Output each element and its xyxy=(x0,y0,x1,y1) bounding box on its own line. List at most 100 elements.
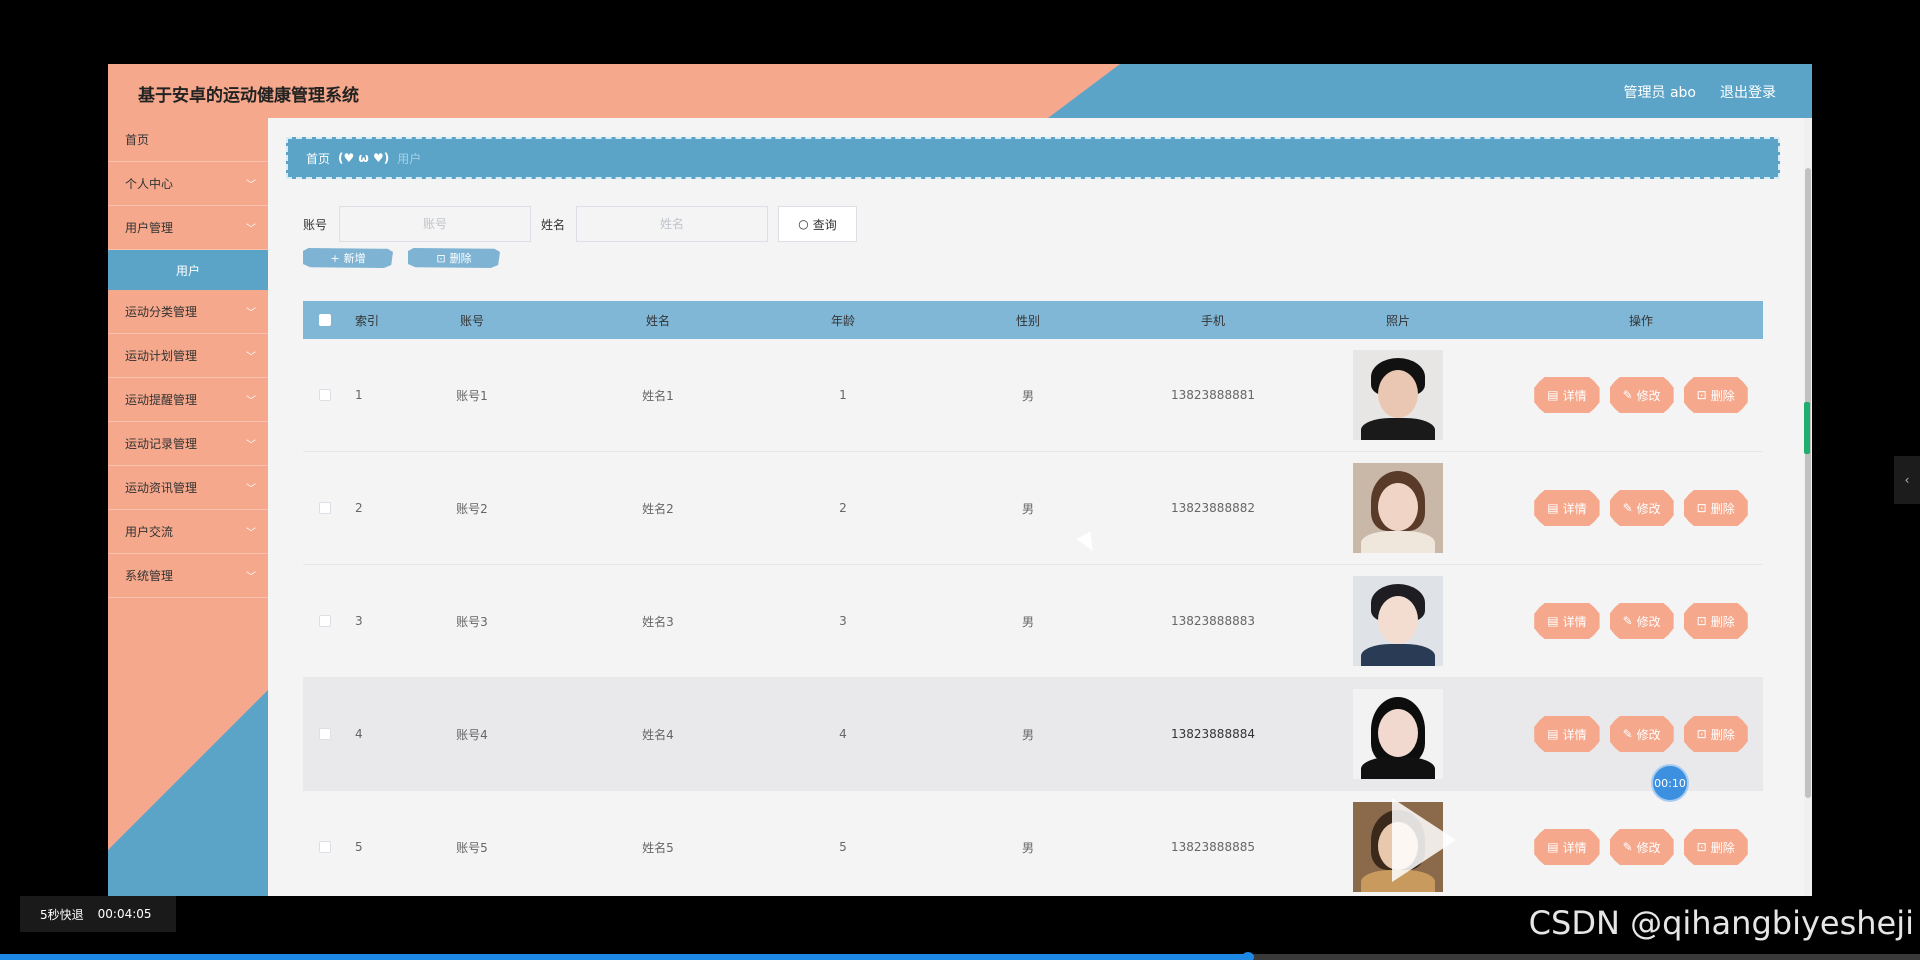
sidebar-item-exercise-record[interactable]: 运动记录管理 ﹀ xyxy=(108,422,268,466)
progress-knob[interactable] xyxy=(1242,952,1254,960)
batch-delete-label: 删除 xyxy=(449,252,472,265)
search-button[interactable]: ○ 查询 xyxy=(778,206,857,242)
video-progress-bar[interactable] xyxy=(0,952,1920,960)
row-checkbox[interactable] xyxy=(319,615,331,627)
batch-delete-button[interactable]: ⊡ 删除 xyxy=(408,248,500,268)
user-photo[interactable] xyxy=(1353,689,1443,779)
delete-button[interactable]: ⊡ 删除 xyxy=(1683,603,1748,639)
trash-icon: ⊡ xyxy=(1696,501,1707,515)
search-button-label: 查询 xyxy=(812,217,837,232)
detail-label: 详情 xyxy=(1562,501,1587,516)
user-photo[interactable] xyxy=(1353,463,1443,553)
name-label: 姓名 xyxy=(541,218,566,232)
search-icon: ○ xyxy=(798,217,809,231)
row-checkbox[interactable] xyxy=(319,841,331,853)
row-age: 1 xyxy=(839,388,847,402)
play-icon[interactable] xyxy=(1392,798,1456,882)
user-photo[interactable] xyxy=(1353,350,1443,440)
delete-button[interactable]: ⊡ 删除 xyxy=(1683,490,1748,526)
user-photo[interactable] xyxy=(1353,576,1443,666)
sidebar-item-label: 运动资讯管理 xyxy=(125,481,198,495)
row-checkbox[interactable] xyxy=(319,728,331,740)
timer-badge: 00:10 xyxy=(1651,764,1689,802)
chevron-left-icon[interactable]: ‹ xyxy=(1894,456,1920,504)
plus-icon: + xyxy=(330,251,340,265)
name-search-input[interactable] xyxy=(576,206,768,242)
edit-button[interactable]: ✎ 修改 xyxy=(1609,603,1674,639)
sidebar-item-label: 用户交流 xyxy=(125,525,174,539)
sidebar-item-exercise-plan[interactable]: 运动计划管理 ﹀ xyxy=(108,334,268,378)
detail-button[interactable]: ▤ 详情 xyxy=(1534,829,1600,865)
row-account: 账号5 xyxy=(456,840,488,855)
rewind-5s-button[interactable]: 5秒快退 xyxy=(40,906,84,923)
admin-app-window: 基于安卓的运动健康管理系统 管理员 abo 退出登录 首页 个人中心 ﹀ 用户管理… xyxy=(108,64,1812,896)
logout-link[interactable]: 退出登录 xyxy=(1720,82,1776,102)
sidebar-item-personal-center[interactable]: 个人中心 ﹀ xyxy=(108,162,268,206)
row-name: 姓名4 xyxy=(642,727,674,742)
delete-button[interactable]: ⊡ 删除 xyxy=(1683,829,1748,865)
chevron-down-icon: ﹀ xyxy=(246,396,256,407)
sidebar-item-exercise-reminder[interactable]: 运动提醒管理 ﹀ xyxy=(108,378,268,422)
edit-label: 修改 xyxy=(1636,840,1661,855)
detail-button[interactable]: ▤ 详情 xyxy=(1534,603,1600,639)
detail-label: 详情 xyxy=(1562,614,1587,629)
document-icon: ▤ xyxy=(1547,501,1559,515)
row-gender: 男 xyxy=(1021,840,1034,855)
sidebar-item-label: 运动提醒管理 xyxy=(125,393,198,407)
col-actions-header: 操作 xyxy=(1628,313,1653,328)
scrollbar-thumb[interactable] xyxy=(1805,168,1811,798)
edit-button[interactable]: ✎ 修改 xyxy=(1609,490,1674,526)
detail-button[interactable]: ▤ 详情 xyxy=(1534,490,1600,526)
table-row: 1 账号1 姓名1 1 男 13823888881 ▤ 详情 ✎ 修改 ⊡ 删除 xyxy=(303,339,1763,452)
delete-label: 删除 xyxy=(1710,388,1735,403)
vertical-scrollbar[interactable] xyxy=(1804,118,1812,896)
edit-button[interactable]: ✎ 修改 xyxy=(1609,829,1674,865)
detail-button[interactable]: ▤ 详情 xyxy=(1534,716,1600,752)
select-all-checkbox[interactable] xyxy=(319,314,331,326)
edit-button[interactable]: ✎ 修改 xyxy=(1609,716,1674,752)
document-icon: ▤ xyxy=(1547,388,1559,402)
chevron-down-icon: ﹀ xyxy=(246,528,256,539)
add-button[interactable]: + 新增 xyxy=(303,248,393,268)
row-account: 账号4 xyxy=(456,727,488,742)
breadcrumb-home[interactable]: 首页 xyxy=(306,150,330,167)
breadcrumb: 首页 (♥ ω ♥) 用户 xyxy=(286,137,1780,179)
document-icon: ▤ xyxy=(1547,840,1559,854)
row-age: 2 xyxy=(839,501,847,515)
row-gender: 男 xyxy=(1021,727,1034,742)
sidebar-item-user-exchange[interactable]: 用户交流 ﹀ xyxy=(108,510,268,554)
sidebar-item-system[interactable]: 系统管理 ﹀ xyxy=(108,554,268,598)
row-checkbox[interactable] xyxy=(319,389,331,401)
delete-button[interactable]: ⊡ 删除 xyxy=(1683,716,1748,752)
col-photo-header: 照片 xyxy=(1385,313,1410,328)
top-header: 基于安卓的运动健康管理系统 管理员 abo 退出登录 xyxy=(108,64,1812,118)
chevron-down-icon: ﹀ xyxy=(246,180,256,191)
sidebar-item-label: 用户管理 xyxy=(125,221,174,235)
breadcrumb-current: 用户 xyxy=(397,151,422,166)
sidebar-item-label: 首页 xyxy=(125,133,150,147)
pencil-icon: ✎ xyxy=(1622,614,1633,628)
trash-icon: ⊡ xyxy=(1696,840,1707,854)
sidebar-item-exercise-news[interactable]: 运动资讯管理 ﹀ xyxy=(108,466,268,510)
detail-button[interactable]: ▤ 详情 xyxy=(1534,377,1600,413)
edit-label: 修改 xyxy=(1636,727,1661,742)
account-search-input[interactable] xyxy=(339,206,531,242)
sidebar-item-home[interactable]: 首页 xyxy=(108,118,268,162)
chevron-down-icon: ﹀ xyxy=(246,484,256,495)
row-checkbox[interactable] xyxy=(319,502,331,514)
col-name-header: 姓名 xyxy=(645,313,670,328)
row-phone: 13823888885 xyxy=(1171,840,1255,854)
delete-label: 删除 xyxy=(1710,840,1735,855)
sidebar-subitem-user[interactable]: 用户 xyxy=(108,250,268,290)
breadcrumb-separator: (♥ ω ♥) xyxy=(338,151,390,165)
chevron-down-icon: ﹀ xyxy=(246,352,256,363)
sidebar-item-user-management[interactable]: 用户管理 ﹀ xyxy=(108,206,268,250)
edit-button[interactable]: ✎ 修改 xyxy=(1609,377,1674,413)
progress-fill xyxy=(0,954,1248,960)
sidebar-item-exercise-category[interactable]: 运动分类管理 ﹀ xyxy=(108,290,268,334)
col-account-header: 账号 xyxy=(459,313,484,328)
sidebar-item-label: 个人中心 xyxy=(125,177,174,191)
row-name: 姓名5 xyxy=(642,840,674,855)
delete-button[interactable]: ⊡ 删除 xyxy=(1683,377,1748,413)
edit-label: 修改 xyxy=(1636,501,1661,516)
